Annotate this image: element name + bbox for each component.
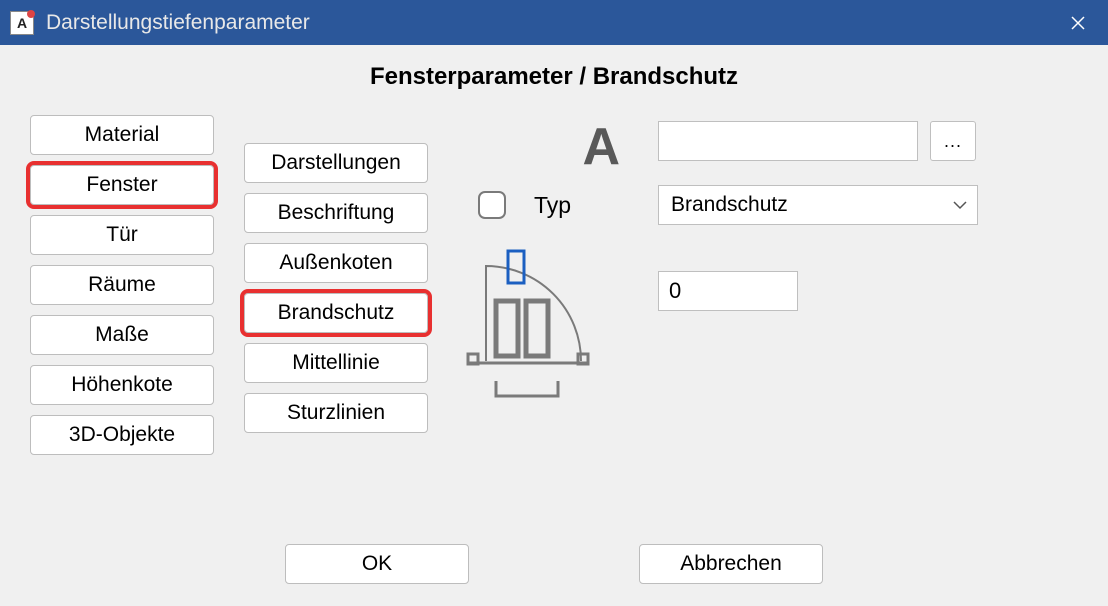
sub-sturzlinien[interactable]: Sturzlinien (244, 393, 428, 433)
type-checkbox[interactable] (478, 191, 506, 219)
category-material[interactable]: Material (30, 115, 214, 155)
category-tuer[interactable]: Tür (30, 215, 214, 255)
category-column: Material Fenster Tür Räume Maße Höhenkot… (30, 115, 214, 455)
text-style-input[interactable] (658, 121, 918, 161)
text-style-preview: A (458, 121, 628, 173)
preview-column: A Typ (458, 115, 628, 411)
title-bar: A Darstellungstiefenparameter (0, 0, 1108, 45)
window-diagram (458, 241, 618, 411)
ok-button[interactable]: OK (285, 544, 469, 584)
value-input[interactable] (658, 271, 798, 311)
dialog-window: A Darstellungstiefenparameter Fensterpar… (0, 0, 1108, 606)
footer: OK Abbrechen (0, 544, 1108, 584)
type-select-row: Brandschutz (658, 185, 1078, 225)
sub-brandschutz[interactable]: Brandschutz (244, 293, 428, 333)
subcategory-column: Darstellungen Beschriftung Außenkoten Br… (244, 143, 428, 433)
close-icon (1071, 16, 1085, 30)
text-style-row: ... (658, 121, 1078, 161)
window-title: Darstellungstiefenparameter (46, 11, 310, 35)
type-select[interactable]: Brandschutz (658, 185, 978, 225)
category-hoehenkote[interactable]: Höhenkote (30, 365, 214, 405)
sub-mittellinie[interactable]: Mittellinie (244, 343, 428, 383)
sub-beschriftung[interactable]: Beschriftung (244, 193, 428, 233)
content-area: Fensterparameter / Brandschutz Material … (0, 45, 1108, 606)
right-column: ... Brandschutz (658, 115, 1078, 225)
browse-button[interactable]: ... (930, 121, 976, 161)
sub-darstellungen[interactable]: Darstellungen (244, 143, 428, 183)
chevron-down-icon (953, 197, 967, 213)
type-row: Typ (458, 191, 628, 219)
type-select-value: Brandschutz (671, 193, 788, 217)
category-3dobjekte[interactable]: 3D-Objekte (30, 415, 214, 455)
type-label: Typ (534, 192, 571, 219)
category-fenster[interactable]: Fenster (30, 165, 214, 205)
category-raeume[interactable]: Räume (30, 265, 214, 305)
columns: Material Fenster Tür Räume Maße Höhenkot… (30, 115, 1078, 455)
close-button[interactable] (1048, 0, 1108, 45)
app-icon: A (10, 11, 34, 35)
category-masse[interactable]: Maße (30, 315, 214, 355)
cancel-button[interactable]: Abbrechen (639, 544, 823, 584)
page-title: Fensterparameter / Brandschutz (30, 63, 1078, 91)
sub-aussenkoten[interactable]: Außenkoten (244, 243, 428, 283)
